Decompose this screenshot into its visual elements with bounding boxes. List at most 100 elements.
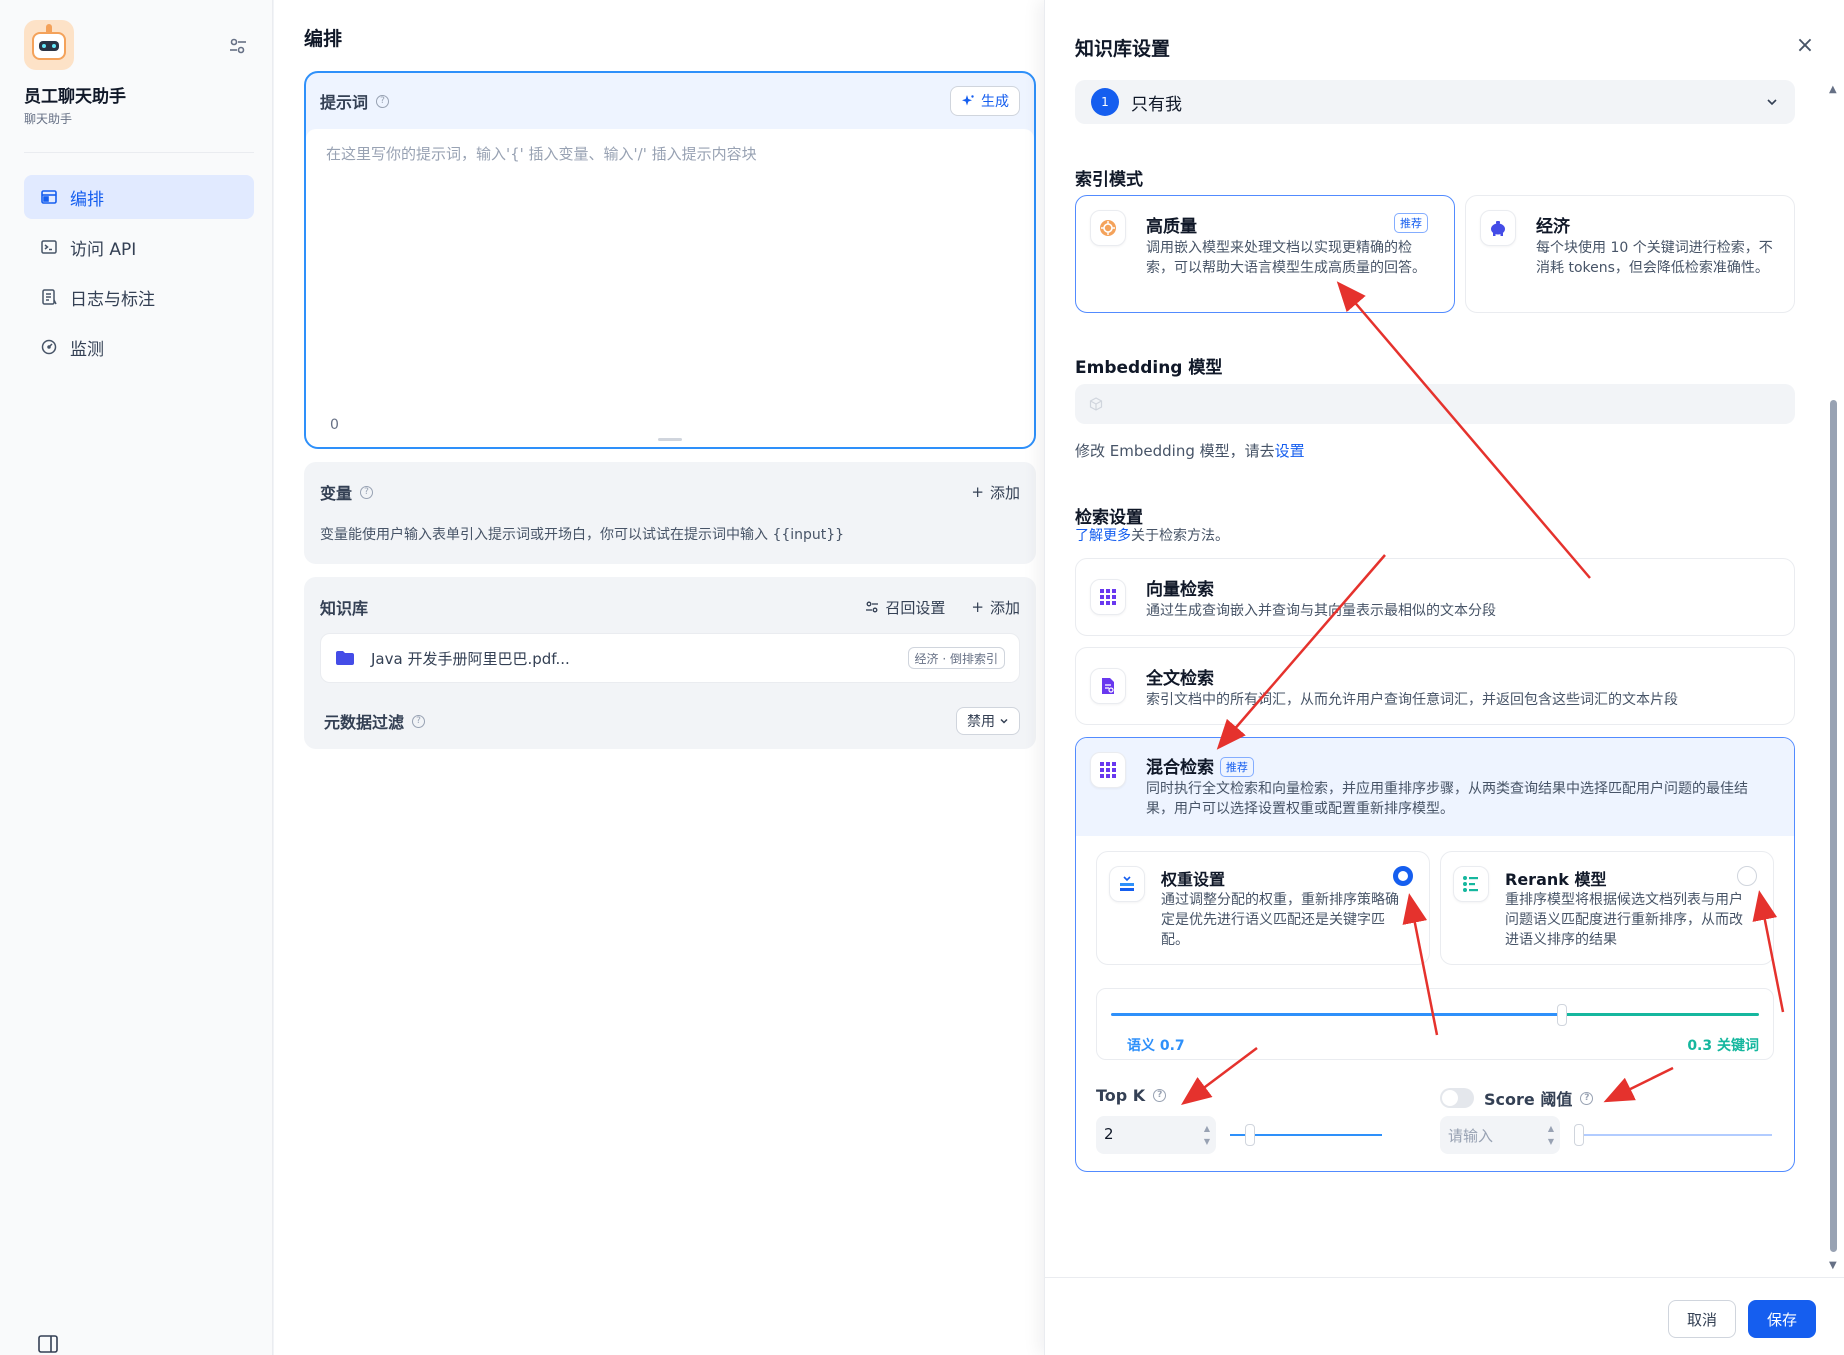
recall-settings-button[interactable]: 召回设置	[865, 597, 945, 618]
drawer-scrollbar[interactable]: ▲ ▼	[1828, 84, 1838, 1274]
weight-slider-thumb[interactable]	[1557, 1004, 1567, 1026]
variables-card: 变量 ? + 添加 变量能使用户输入表单引入提示词或开场白，你可以试试在提示词中…	[304, 462, 1036, 564]
rerank-option-model[interactable]: Rerank 模型 重排序模型将根据候选文档列表与用户问题语义匹配度进行重新排序…	[1440, 851, 1774, 965]
hybrid-header: 混合检索 推荐 同时执行全文检索和向量检索，并应用重排序步骤，从两类查询结果中选…	[1076, 738, 1794, 836]
score-threshold-input[interactable]: 请输入 ▲ ▼	[1440, 1116, 1560, 1154]
collapse-sidebar-icon[interactable]	[38, 1335, 58, 1353]
app-name: 员工聊天助手	[24, 87, 126, 107]
help-icon[interactable]: ?	[360, 485, 374, 499]
app-avatar	[24, 20, 74, 70]
sidebar-item-api[interactable]: 访问 API	[24, 225, 254, 269]
sparkle-icon	[962, 95, 974, 106]
gauge-icon	[41, 339, 57, 355]
high-quality-title: 高质量	[1146, 217, 1197, 237]
index-option-economy[interactable]: 经济 每个块使用 10 个关键词进行检索，不消耗 tokens，但会降低检索准确…	[1465, 195, 1795, 313]
scroll-down-icon[interactable]: ▼	[1829, 1260, 1837, 1271]
embedding-model-select[interactable]	[1075, 384, 1795, 424]
cancel-button[interactable]: 取消	[1668, 1300, 1736, 1338]
sidebar-item-label: 监测	[70, 339, 104, 360]
high-quality-desc: 调用嵌入模型来处理文档以实现更精确的检索，可以帮助大语言模型生成高质量的回答。	[1146, 240, 1426, 276]
stepper-icon[interactable]: ▲ ▼	[1548, 1122, 1554, 1148]
add-label: 添加	[989, 598, 1020, 617]
chevron-down-icon	[1767, 99, 1777, 106]
knowledge-item-name: Java 开发手册阿里巴巴.pdf...	[371, 649, 570, 668]
document-search-icon	[1090, 668, 1126, 704]
rerank-icon	[1453, 866, 1489, 902]
embedding-hint: 修改 Embedding 模型，请去设置	[1075, 440, 1305, 461]
rerank-model-radio[interactable]	[1737, 866, 1757, 886]
weight-setting-radio[interactable]	[1393, 866, 1413, 886]
knowledge-settings-drawer: 知识库设置 × 1 只有我 索引模式 高质量 推荐 调用嵌入模型来处理文档以实现…	[1044, 0, 1844, 1355]
retrieval-option-vector[interactable]: 向量检索 通过生成查询嵌入并查询与其向量表示最相似的文本分段	[1075, 558, 1795, 636]
chevron-down-icon	[1000, 718, 1008, 724]
log-icon	[42, 289, 57, 305]
resize-handle[interactable]	[658, 438, 682, 441]
weight-slider-track[interactable]	[1111, 1013, 1759, 1016]
index-option-high-quality[interactable]: 高质量 推荐 调用嵌入模型来处理文档以实现更精确的检索，可以帮助大语言模型生成高…	[1075, 195, 1455, 313]
help-icon[interactable]: ?	[1153, 1089, 1167, 1102]
scrollbar-thumb[interactable]	[1830, 400, 1837, 1252]
help-icon[interactable]: ?	[376, 94, 390, 108]
weight-setting-desc: 通过调整分配的权重，重新排序策略确定是优先进行语义匹配还是关键字匹配。	[1161, 892, 1399, 948]
hybrid-desc: 同时执行全文检索和向量检索，并应用重排序步骤，从两类查询结果中选择匹配用户问题的…	[1146, 781, 1748, 817]
plus-icon: +	[971, 483, 984, 501]
knowledge-item[interactable]: Java 开发手册阿里巴巴.pdf... 经济 · 倒排索引	[320, 633, 1020, 683]
embedding-label: Embedding 模型	[1075, 358, 1223, 378]
add-variable-button[interactable]: + 添加	[971, 482, 1020, 503]
sidebar-item-label: 日志与标注	[70, 289, 155, 310]
top-k-slider-thumb[interactable]	[1245, 1124, 1255, 1146]
prompt-textarea[interactable]: 在这里写你的提示词，输入'{' 插入变量、输入'/' 插入提示内容块 0	[306, 129, 1034, 447]
top-k-label: Top K ?	[1096, 1086, 1167, 1105]
generate-button[interactable]: 生成	[950, 86, 1020, 116]
char-count: 0	[330, 417, 339, 433]
stepper-icon[interactable]: ▲ ▼	[1204, 1122, 1210, 1148]
add-label: 添加	[989, 483, 1020, 502]
retrieval-option-hybrid[interactable]: 混合检索 推荐 同时执行全文检索和向量检索，并应用重排序步骤，从两类查询结果中选…	[1075, 737, 1795, 1172]
permission-select[interactable]: 1 只有我	[1075, 80, 1795, 124]
score-threshold-slider-thumb[interactable]	[1574, 1124, 1584, 1146]
metadata-filter-select[interactable]: 禁用	[956, 707, 1020, 735]
vector-grid-icon	[1090, 579, 1126, 615]
metadata-filter-row: 元数据过滤 ? 禁用	[324, 707, 1020, 735]
settings-sliders-icon[interactable]	[226, 34, 250, 58]
terminal-icon	[41, 240, 57, 254]
top-k-slider[interactable]	[1230, 1124, 1382, 1146]
footer-divider	[1045, 1277, 1844, 1278]
top-k-input[interactable]: 2 ▲ ▼	[1096, 1116, 1216, 1154]
variables-header: 变量 ? + 添加	[320, 478, 1020, 506]
permission-value: 只有我	[1131, 94, 1182, 115]
top-k-label-text: Top K	[1096, 1086, 1146, 1105]
rerank-option-weight[interactable]: 权重设置 通过调整分配的权重，重新排序策略确定是优先进行语义匹配还是关键字匹配。	[1096, 851, 1430, 965]
sliders-icon	[866, 601, 879, 613]
variables-title: 变量	[320, 484, 353, 503]
semantic-weight-label: 语义 0.7	[1127, 1038, 1185, 1054]
learn-more-link[interactable]: 了解更多	[1075, 528, 1131, 544]
economy-desc: 每个块使用 10 个关键词进行检索，不消耗 tokens，但会降低检索准确性。	[1536, 240, 1773, 276]
sidebar-item-logs[interactable]: 日志与标注	[24, 275, 254, 319]
recommended-tag: 推荐	[1394, 213, 1428, 233]
layout-icon	[41, 190, 57, 204]
prompt-card: 提示词 ? 生成 在这里写你的提示词，输入'{' 插入变量、输入'/' 插入提示…	[304, 71, 1036, 449]
help-icon[interactable]: ?	[412, 714, 426, 728]
score-threshold-switch[interactable]	[1440, 1088, 1474, 1108]
close-icon[interactable]: ×	[1795, 35, 1815, 57]
retrieval-option-fulltext[interactable]: 全文检索 索引文档中的所有词汇，从而允许用户查询任意词汇，并返回包含这些词汇的文…	[1075, 647, 1795, 725]
sidebar-item-orchestrate[interactable]: 编排	[24, 175, 254, 219]
add-knowledge-button[interactable]: + 添加	[971, 597, 1020, 618]
variables-description: 变量能使用户输入表单引入提示词或开场白，你可以试试在提示词中输入 {{input…	[320, 527, 845, 543]
app-subtitle: 聊天助手	[24, 112, 73, 126]
save-button[interactable]: 保存	[1748, 1300, 1816, 1338]
scroll-up-icon[interactable]: ▲	[1829, 84, 1837, 95]
vector-desc: 通过生成查询嵌入并查询与其向量表示最相似的文本分段	[1146, 603, 1496, 619]
page-title: 编排	[304, 28, 343, 50]
settings-link[interactable]: 设置	[1275, 442, 1305, 460]
fulltext-desc: 索引文档中的所有词汇，从而允许用户查询任意词汇，并返回包含这些词汇的文本片段	[1146, 692, 1678, 708]
index-mode-label: 索引模式	[1075, 170, 1143, 190]
score-threshold-label-text: Score 阈值	[1484, 1090, 1573, 1109]
help-icon[interactable]: ?	[1580, 1091, 1594, 1105]
metadata-filter-value: 禁用	[967, 714, 995, 730]
keyword-weight-label: 0.3 关键词	[1687, 1038, 1759, 1054]
plus-icon: +	[971, 598, 984, 616]
score-threshold-slider[interactable]	[1574, 1124, 1772, 1146]
sidebar-item-monitor[interactable]: 监测	[24, 325, 254, 369]
